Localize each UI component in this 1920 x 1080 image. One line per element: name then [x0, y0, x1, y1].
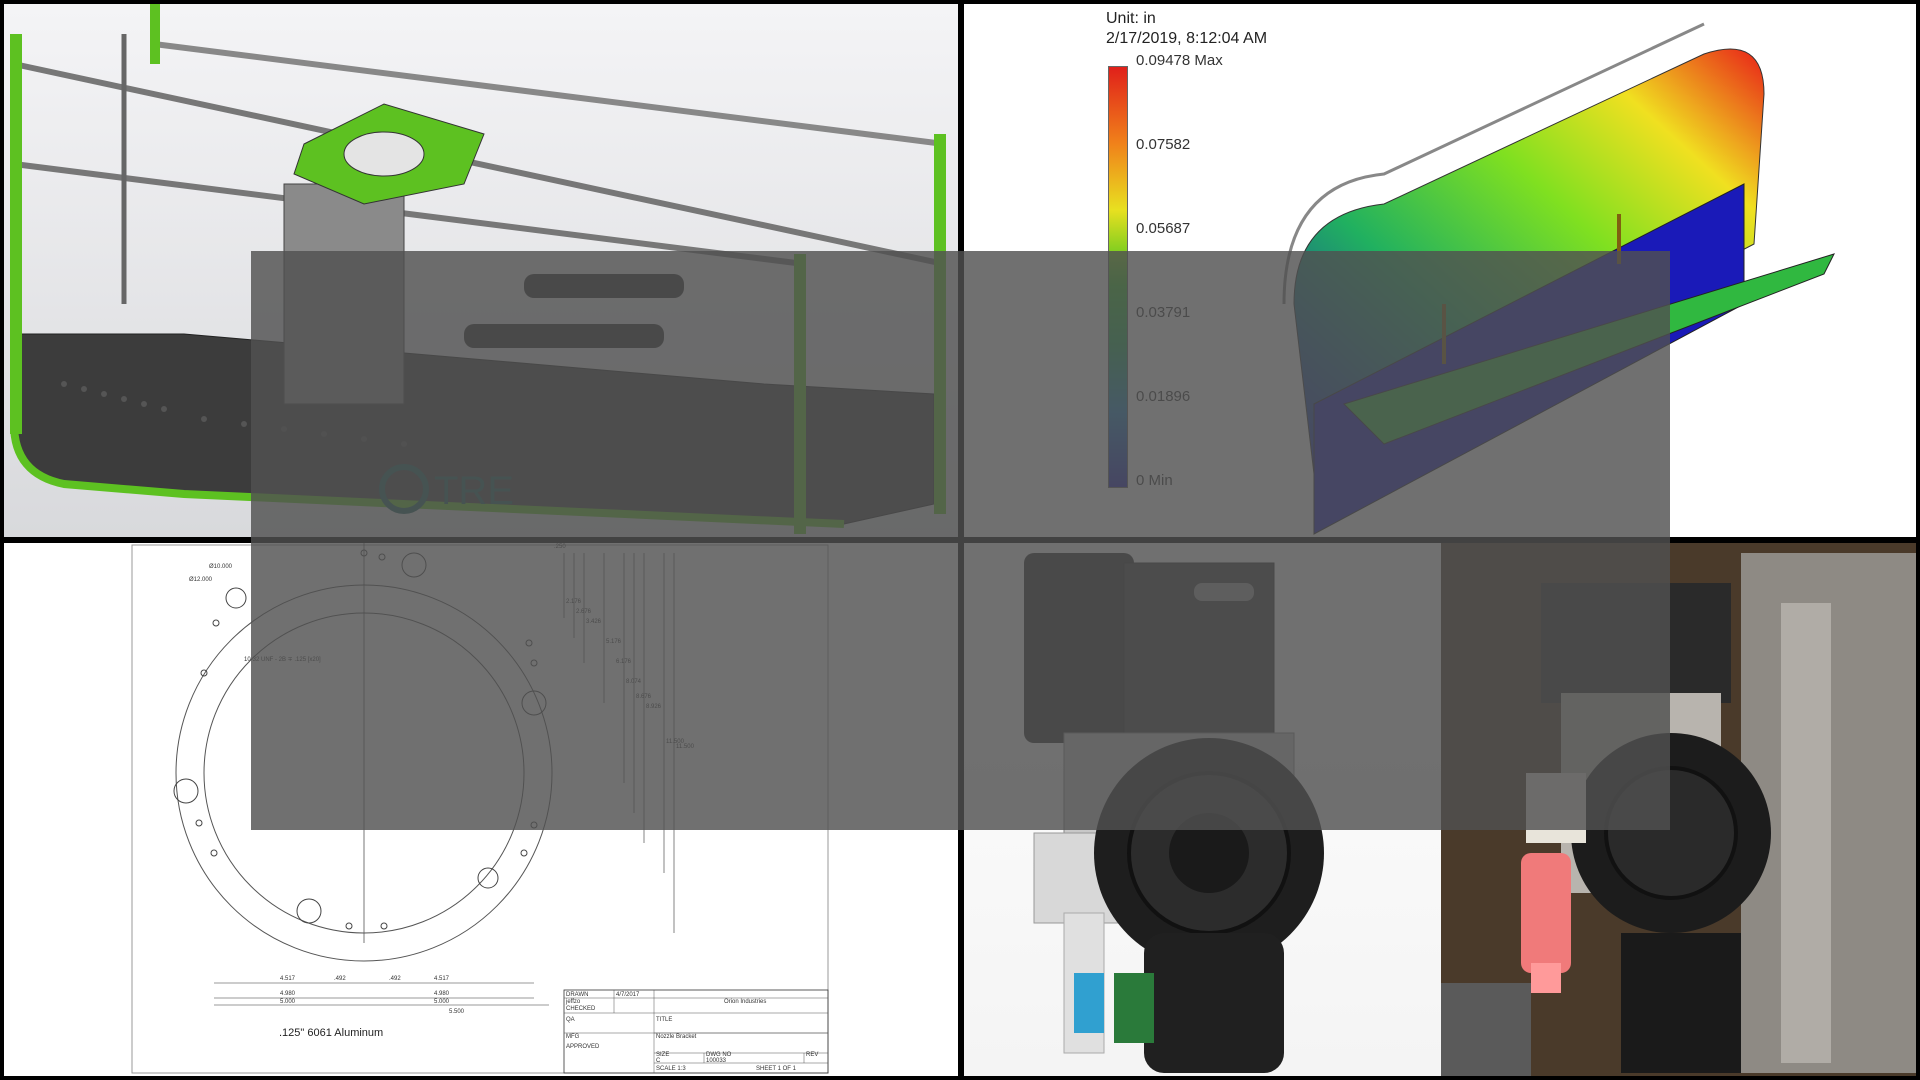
- printer-photo: [1441, 543, 1916, 1076]
- svg-text:5.500: 5.500: [449, 1009, 465, 1015]
- svg-text:6.176: 6.176: [616, 659, 632, 665]
- svg-text:3.426: 3.426: [586, 619, 602, 625]
- svg-text:DRAWN: DRAWN: [566, 992, 588, 998]
- svg-text:4.980: 4.980: [434, 991, 450, 997]
- svg-text:8.676: 8.676: [636, 694, 652, 700]
- cad-frame-drawing: TRE: [10, 4, 946, 534]
- svg-text:MFG: MFG: [566, 1034, 580, 1040]
- svg-text:REV: REV: [806, 1052, 818, 1058]
- svg-text:SHEET 1 OF 1: SHEET 1 OF 1: [756, 1066, 797, 1072]
- svg-text:.492: .492: [334, 976, 346, 982]
- svg-text:11.500: 11.500: [676, 744, 695, 750]
- extruder-model: [1024, 553, 1324, 1073]
- svg-text:4.517: 4.517: [434, 976, 450, 982]
- svg-text:.250: .250: [554, 544, 566, 550]
- cad-render-panel: TRE: [4, 4, 958, 537]
- drawing-material: .125" 6061 Aluminum: [279, 1027, 383, 1039]
- svg-text:10-32 UNF - 2B ∓ .125 [x20]: 10-32 UNF - 2B ∓ .125 [x20]: [244, 657, 321, 663]
- svg-text:4.517: 4.517: [280, 976, 296, 982]
- svg-text:Ø12.000: Ø12.000: [189, 577, 213, 583]
- svg-text:5.000: 5.000: [280, 999, 296, 1005]
- svg-text:2.176: 2.176: [566, 599, 582, 605]
- drawing-sheet: .250 2.176 2.676 3.426 5.176 6.176 8.074…: [131, 543, 829, 1074]
- svg-text:.492: .492: [389, 976, 401, 982]
- svg-text:5.000: 5.000: [434, 999, 450, 1005]
- svg-text:2.676: 2.676: [576, 609, 592, 615]
- brand-text: TRE: [434, 469, 514, 513]
- svg-text:100033: 100033: [706, 1058, 727, 1064]
- svg-text:4/7/2017: 4/7/2017: [616, 992, 640, 998]
- technical-drawing-panel: .250 2.176 2.676 3.426 5.176 6.176 8.074…: [4, 543, 958, 1076]
- svg-text:APPROVED: APPROVED: [566, 1044, 600, 1050]
- printer-photo-panel: [1441, 543, 1916, 1076]
- svg-text:Ø10.000: Ø10.000: [209, 564, 233, 570]
- svg-text:SCALE 1:3: SCALE 1:3: [656, 1066, 686, 1072]
- fea-model: [1282, 22, 1835, 535]
- svg-text:Nozzle Bracket: Nozzle Bracket: [656, 1034, 697, 1040]
- svg-text:Orion Industries: Orion Industries: [724, 999, 766, 1005]
- svg-text:QA: QA: [566, 1017, 575, 1023]
- svg-text:8.074: 8.074: [626, 679, 642, 685]
- svg-text:C: C: [656, 1058, 661, 1064]
- svg-text:5.176: 5.176: [606, 639, 622, 645]
- svg-text:8.926: 8.926: [646, 704, 662, 710]
- svg-text:TITLE: TITLE: [656, 1017, 672, 1023]
- svg-text:CHECKED: CHECKED: [566, 1006, 596, 1012]
- svg-text:4.980: 4.980: [280, 991, 296, 997]
- svg-text:jeffzo: jeffzo: [565, 999, 581, 1005]
- fea-result-panel: Unit: in 2/17/2019, 8:12:04 AM 0.09478 M…: [964, 4, 1916, 537]
- extruder-render-panel: [964, 543, 1441, 1076]
